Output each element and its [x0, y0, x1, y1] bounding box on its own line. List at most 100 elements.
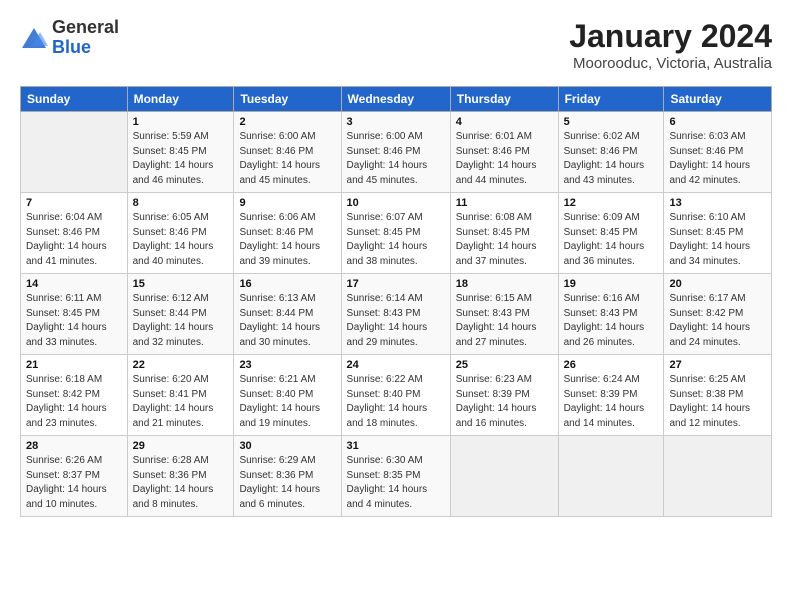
- col-header-tuesday: Tuesday: [234, 87, 341, 112]
- page-subtitle: Moorooduc, Victoria, Australia: [569, 55, 772, 72]
- day-info: Sunrise: 6:20 AMSunset: 8:41 PMDaylight:…: [133, 373, 229, 431]
- calendar-cell: 28Sunrise: 6:26 AMSunset: 8:37 PMDayligh…: [21, 436, 128, 517]
- calendar-cell: 30 Sunrise: 6:29 AMSunset: 8:36 PMDayligh…: [234, 436, 341, 517]
- day-info: Sunrise: 6:26 AMSunset: 8:37 PMDaylight:…: [26, 454, 122, 512]
- day-info: Sunrise: 6:00 AMSunset: 8:46 PMDaylight:…: [347, 130, 445, 188]
- calendar-cell: 7 Sunrise: 6:04 AMSunset: 8:46 PMDaylight…: [21, 193, 128, 274]
- col-header-wednesday: Wednesday: [341, 87, 450, 112]
- day-number: 26: [564, 359, 659, 371]
- day-number: 24: [347, 359, 445, 371]
- day-info: Sunrise: 6:23 AMSunset: 8:39 PMDaylight:…: [456, 373, 553, 431]
- day-number: 1: [133, 116, 229, 128]
- calendar-cell: 6 Sunrise: 6:03 AMSunset: 8:46 PMDaylight…: [664, 112, 772, 193]
- day-number: 25: [456, 359, 553, 371]
- day-info: Sunrise: 6:28 AMSunset: 8:36 PMDaylight:…: [133, 454, 229, 512]
- day-info: Sunrise: 6:07 AMSunset: 8:45 PMDaylight:…: [347, 211, 445, 269]
- day-number: 31: [347, 440, 445, 452]
- day-info: Sunrise: 6:09 AMSunset: 8:45 PMDaylight:…: [564, 211, 659, 269]
- calendar-cell: 16Sunrise: 6:13 AMSunset: 8:44 PMDayligh…: [234, 274, 341, 355]
- calendar-cell: [21, 112, 128, 193]
- day-info: Sunrise: 6:04 AMSunset: 8:46 PMDaylight:…: [26, 211, 122, 269]
- calendar-cell: 27Sunrise: 6:25 AMSunset: 8:38 PMDayligh…: [664, 355, 772, 436]
- calendar-cell: [450, 436, 558, 517]
- day-info: Sunrise: 6:00 AMSunset: 8:46 PMDaylight:…: [239, 130, 335, 188]
- calendar-cell: 15 Sunrise: 6:12 AMSunset: 8:44 PMDayligh…: [127, 274, 234, 355]
- day-info: Sunrise: 5:59 AMSunset: 8:45 PMDaylight:…: [133, 130, 229, 188]
- calendar-cell: 14 Sunrise: 6:11 AMSunset: 8:45 PMDayligh…: [21, 274, 128, 355]
- logo-icon: [20, 26, 48, 54]
- calendar-cell: 8 Sunrise: 6:05 AMSunset: 8:46 PMDaylight…: [127, 193, 234, 274]
- day-info: Sunrise: 6:12 AMSunset: 8:44 PMDaylight:…: [133, 292, 229, 350]
- day-number: 15: [133, 278, 229, 290]
- day-number: 14: [26, 278, 122, 290]
- day-info: Sunrise: 6:03 AMSunset: 8:46 PMDaylight:…: [669, 130, 766, 188]
- logo-blue: Blue: [52, 38, 119, 58]
- day-number: 3: [347, 116, 445, 128]
- day-info: Sunrise: 6:30 AMSunset: 8:35 PMDaylight:…: [347, 454, 445, 512]
- calendar-cell: 21 Sunrise: 6:18 AMSunset: 8:42 PMDayligh…: [21, 355, 128, 436]
- day-info: Sunrise: 6:16 AMSunset: 8:43 PMDaylight:…: [564, 292, 659, 350]
- calendar-cell: 22 Sunrise: 6:20 AMSunset: 8:41 PMDayligh…: [127, 355, 234, 436]
- day-info: Sunrise: 6:24 AMSunset: 8:39 PMDaylight:…: [564, 373, 659, 431]
- day-info: Sunrise: 6:18 AMSunset: 8:42 PMDaylight:…: [26, 373, 122, 431]
- calendar-cell: 20 Sunrise: 6:17 AMSunset: 8:42 PMDayligh…: [664, 274, 772, 355]
- day-number: 20: [669, 278, 766, 290]
- day-info: Sunrise: 6:17 AMSunset: 8:42 PMDaylight:…: [669, 292, 766, 350]
- calendar-cell: 5Sunrise: 6:02 AMSunset: 8:46 PMDaylight…: [558, 112, 664, 193]
- calendar-cell: 24 Sunrise: 6:22 AMSunset: 8:40 PMDayligh…: [341, 355, 450, 436]
- day-number: 27: [669, 359, 766, 371]
- day-info: Sunrise: 6:11 AMSunset: 8:45 PMDaylight:…: [26, 292, 122, 350]
- calendar-cell: 19 Sunrise: 6:16 AMSunset: 8:43 PMDayligh…: [558, 274, 664, 355]
- day-number: 8: [133, 197, 229, 209]
- col-header-sunday: Sunday: [21, 87, 128, 112]
- logo-text: General Blue: [52, 18, 119, 58]
- calendar-cell: 4 Sunrise: 6:01 AMSunset: 8:46 PMDaylight…: [450, 112, 558, 193]
- calendar-cell: 9Sunrise: 6:06 AMSunset: 8:46 PMDaylight…: [234, 193, 341, 274]
- day-info: Sunrise: 6:29 AMSunset: 8:36 PMDaylight:…: [239, 454, 335, 512]
- day-info: Sunrise: 6:15 AMSunset: 8:43 PMDaylight:…: [456, 292, 553, 350]
- day-number: 5: [564, 116, 659, 128]
- day-number: 7: [26, 197, 122, 209]
- day-info: Sunrise: 6:05 AMSunset: 8:46 PMDaylight:…: [133, 211, 229, 269]
- day-number: 10: [347, 197, 445, 209]
- calendar-cell: 29 Sunrise: 6:28 AMSunset: 8:36 PMDayligh…: [127, 436, 234, 517]
- col-header-saturday: Saturday: [664, 87, 772, 112]
- calendar-cell: 18 Sunrise: 6:15 AMSunset: 8:43 PMDayligh…: [450, 274, 558, 355]
- day-info: Sunrise: 6:01 AMSunset: 8:46 PMDaylight:…: [456, 130, 553, 188]
- col-header-monday: Monday: [127, 87, 234, 112]
- logo: General Blue: [20, 18, 119, 58]
- calendar-cell: 17 Sunrise: 6:14 AMSunset: 8:43 PMDayligh…: [341, 274, 450, 355]
- day-number: 19: [564, 278, 659, 290]
- day-number: 29: [133, 440, 229, 452]
- calendar-cell: 10 Sunrise: 6:07 AMSunset: 8:45 PMDayligh…: [341, 193, 450, 274]
- title-block: January 2024 Moorooduc, Victoria, Austra…: [569, 18, 772, 72]
- day-number: 2: [239, 116, 335, 128]
- day-number: 23: [239, 359, 335, 371]
- col-header-friday: Friday: [558, 87, 664, 112]
- day-number: 17: [347, 278, 445, 290]
- day-number: 21: [26, 359, 122, 371]
- calendar-cell: 13Sunrise: 6:10 AMSunset: 8:45 PMDayligh…: [664, 193, 772, 274]
- day-info: Sunrise: 6:06 AMSunset: 8:46 PMDaylight:…: [239, 211, 335, 269]
- day-info: Sunrise: 6:14 AMSunset: 8:43 PMDaylight:…: [347, 292, 445, 350]
- day-number: 6: [669, 116, 766, 128]
- calendar-cell: [664, 436, 772, 517]
- day-info: Sunrise: 6:13 AMSunset: 8:44 PMDaylight:…: [239, 292, 335, 350]
- col-header-thursday: Thursday: [450, 87, 558, 112]
- calendar-cell: 25 Sunrise: 6:23 AMSunset: 8:39 PMDayligh…: [450, 355, 558, 436]
- calendar-cell: 11Sunrise: 6:08 AMSunset: 8:45 PMDayligh…: [450, 193, 558, 274]
- calendar-cell: 2 Sunrise: 6:00 AMSunset: 8:46 PMDaylight…: [234, 112, 341, 193]
- calendar-cell: [558, 436, 664, 517]
- day-number: 30: [239, 440, 335, 452]
- page-title: January 2024: [569, 18, 772, 55]
- day-number: 4: [456, 116, 553, 128]
- day-info: Sunrise: 6:21 AMSunset: 8:40 PMDaylight:…: [239, 373, 335, 431]
- calendar-cell: 1 Sunrise: 5:59 AMSunset: 8:45 PMDaylight…: [127, 112, 234, 193]
- calendar-cell: 31 Sunrise: 6:30 AMSunset: 8:35 PMDayligh…: [341, 436, 450, 517]
- calendar-cell: 12 Sunrise: 6:09 AMSunset: 8:45 PMDayligh…: [558, 193, 664, 274]
- day-info: Sunrise: 6:22 AMSunset: 8:40 PMDaylight:…: [347, 373, 445, 431]
- calendar-cell: 23 Sunrise: 6:21 AMSunset: 8:40 PMDayligh…: [234, 355, 341, 436]
- day-number: 12: [564, 197, 659, 209]
- day-number: 22: [133, 359, 229, 371]
- day-number: 18: [456, 278, 553, 290]
